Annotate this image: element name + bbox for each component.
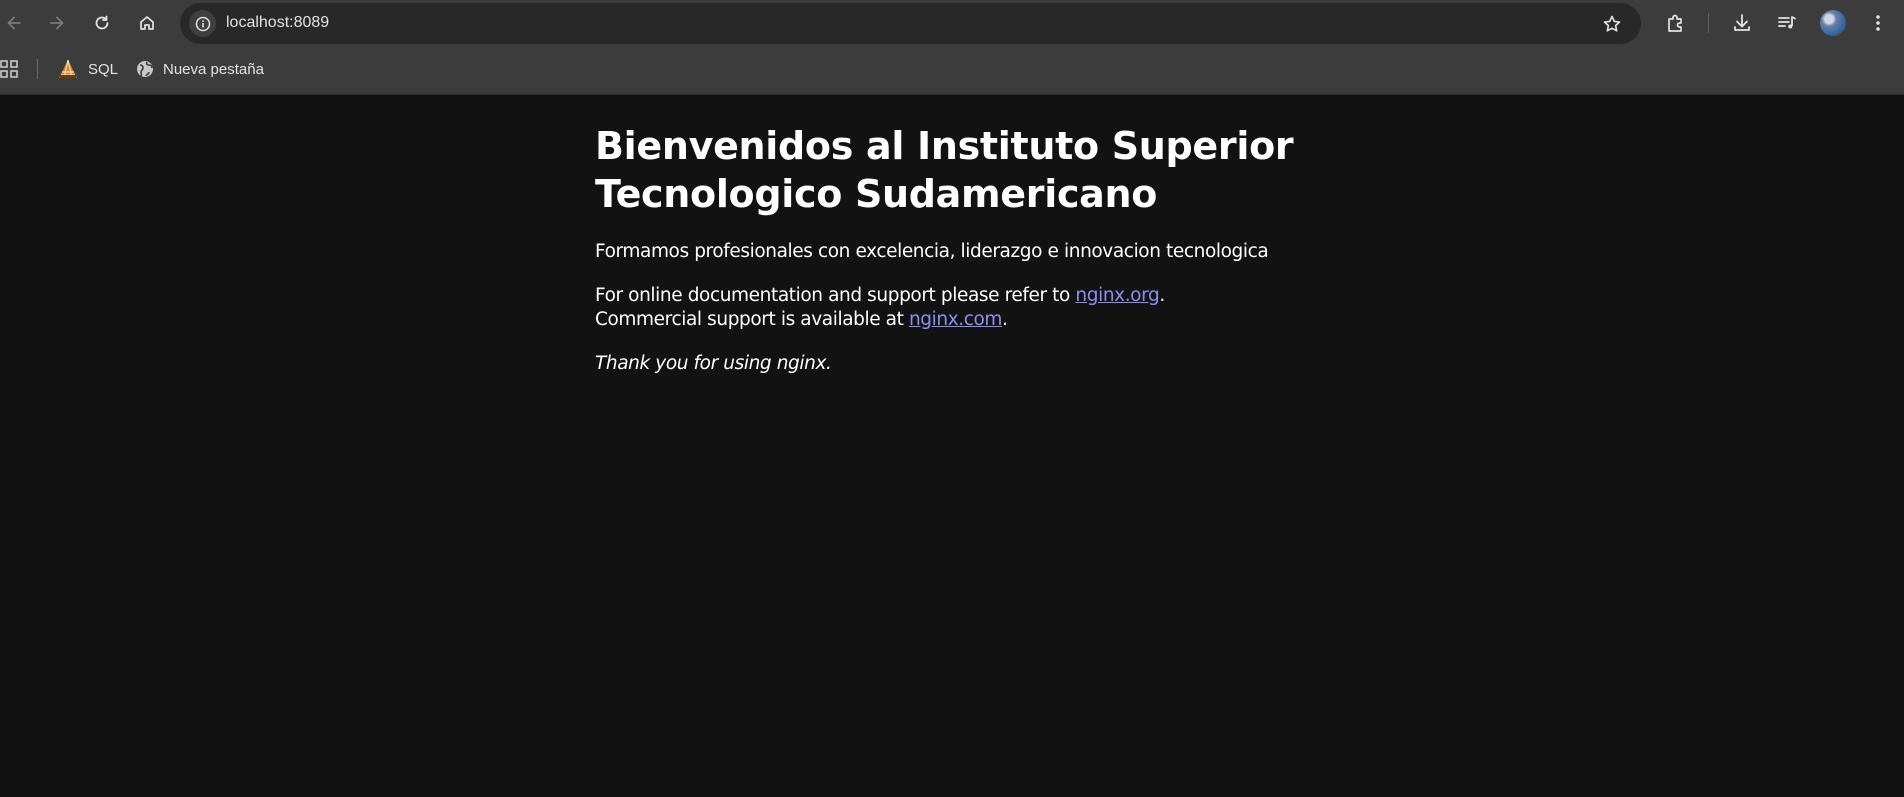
media-controls-button[interactable] xyxy=(1773,9,1801,37)
nginx-org-link[interactable]: nginx.org xyxy=(1075,285,1159,306)
arrow-right-icon xyxy=(50,16,64,30)
nginx-com-link[interactable]: nginx.com xyxy=(909,309,1002,330)
bookmarks-bar: SQL Nueva pestaña xyxy=(0,45,1904,95)
doc-text: For online documentation and support ple… xyxy=(595,285,1070,306)
bookmark-sql[interactable]: SQL xyxy=(57,57,118,81)
arrow-left-icon xyxy=(7,16,21,30)
menu-button[interactable] xyxy=(1864,9,1892,37)
support-paragraph: For online documentation and support ple… xyxy=(595,284,1315,332)
star-icon xyxy=(1603,15,1621,32)
profile-avatar[interactable] xyxy=(1820,10,1846,36)
playlist-music-icon xyxy=(1778,16,1796,29)
bookmark-nueva-pestana[interactable]: Nueva pestaña xyxy=(136,57,264,81)
apps-shortcut[interactable] xyxy=(0,60,18,78)
bookmark-label: Nueva pestaña xyxy=(163,60,264,78)
home-icon xyxy=(140,16,154,30)
site-info-button[interactable] xyxy=(189,10,216,37)
puzzle-icon xyxy=(1668,14,1682,32)
commercial-text: Commercial support is available at xyxy=(595,309,904,330)
period: . xyxy=(1002,309,1008,330)
back-button[interactable] xyxy=(0,9,28,37)
downloads-button[interactable] xyxy=(1728,9,1756,37)
forward-button[interactable] xyxy=(43,9,71,37)
period: . xyxy=(1159,285,1165,306)
tagline-text: Formamos profesionales con excelencia, l… xyxy=(595,241,1269,262)
info-icon xyxy=(195,16,210,31)
browser-toolbar: localhost:8089 xyxy=(0,0,1904,45)
sql-developer-icon xyxy=(59,59,77,79)
page-title: Bienvenidos al Instituto Superior Tecnol… xyxy=(595,124,1294,216)
reload-icon xyxy=(95,15,109,30)
url-text[interactable]: localhost:8089 xyxy=(226,14,329,32)
home-button[interactable] xyxy=(133,9,161,37)
more-vertical-icon xyxy=(1876,15,1880,31)
bookmark-label: SQL xyxy=(88,60,119,78)
download-icon xyxy=(1734,14,1750,31)
globe-icon xyxy=(137,61,153,77)
page-content: Bienvenidos al Instituto Superior Tecnol… xyxy=(595,94,1315,376)
apps-grid-icon xyxy=(0,60,18,78)
extensions-button[interactable] xyxy=(1662,9,1690,37)
address-bar[interactable]: localhost:8089 xyxy=(180,3,1641,44)
bookmark-star-button[interactable] xyxy=(1601,13,1623,35)
reload-button[interactable] xyxy=(88,9,116,37)
bookmarks-divider xyxy=(37,59,38,79)
thanks-text: Thank you for using nginx. xyxy=(595,353,832,374)
toolbar-divider xyxy=(1708,13,1709,33)
